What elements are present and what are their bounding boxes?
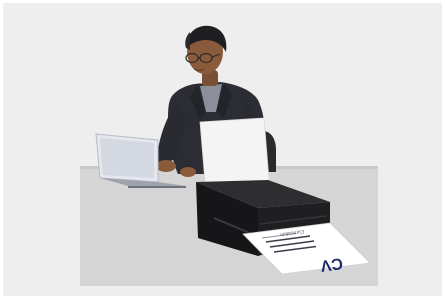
left-hand [156, 160, 176, 172]
scene: Curriculum CV [0, 0, 445, 299]
right-hand [180, 167, 196, 177]
cv-heading: CV [319, 254, 344, 274]
head [185, 25, 227, 74]
